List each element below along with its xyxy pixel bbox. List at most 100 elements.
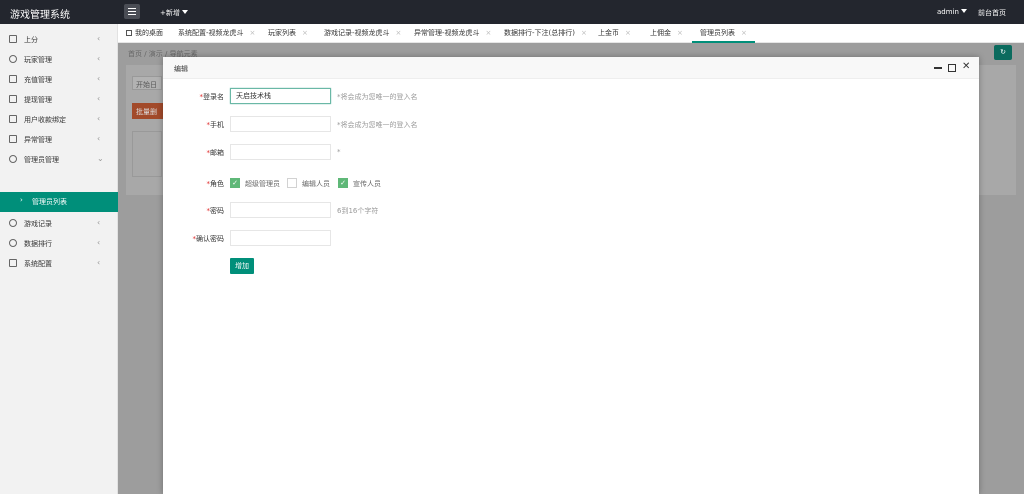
tab-player-list[interactable]: 玩家列表 × (268, 24, 308, 43)
sidebar-item-admins[interactable]: 管理员管理 ⌄ (0, 150, 118, 170)
refresh-icon (9, 219, 17, 227)
top-navbar: 游戏管理系统 +新增 admin 前台首页 (0, 0, 1024, 24)
phone-input[interactable] (230, 116, 331, 132)
sidebar-subitem-admin-list[interactable]: › 管理员列表 (0, 192, 118, 212)
tab-coins[interactable]: 上金币 × (598, 24, 631, 43)
close-icon[interactable]: × (396, 29, 402, 37)
chevron-left-icon: ‹ (97, 238, 101, 247)
username-label: *登录名 (199, 93, 225, 101)
phone-row: *手机 *将会成为您唯一的登入名 (163, 116, 979, 134)
caret-down-icon (181, 10, 188, 14)
sidebar-item-label: 管理员管理 (24, 156, 59, 164)
chevron-left-icon: ‹ (97, 114, 101, 123)
document-icon (9, 95, 17, 103)
tab-label: 我的桌面 (135, 29, 163, 37)
tab-desktop[interactable]: 我的桌面 (126, 24, 163, 43)
tab-exceptions[interactable]: 异常管理-视频龙虎斗 × (414, 24, 491, 43)
start-date-field[interactable]: 开始日 (132, 76, 162, 90)
sidebar-item-label: 数据排行 (24, 240, 52, 248)
data-table (132, 131, 162, 177)
refresh-icon: ↻ (1000, 48, 1006, 56)
checkbox-super-admin[interactable]: ✓ (230, 178, 240, 188)
checkbox-promoter[interactable]: ✓ (338, 178, 348, 188)
close-icon[interactable]: × (625, 29, 631, 37)
tab-label: 异常管理-视频龙虎斗 (414, 29, 480, 37)
sidebar-item-recharge[interactable]: 充值管理 ‹ (0, 70, 118, 90)
tab-label: 上金币 (598, 29, 619, 37)
label-text: 角色 (210, 180, 224, 188)
sidebar-item-players[interactable]: 玩家管理 ‹ (0, 50, 118, 70)
chevron-left-icon: ‹ (97, 54, 101, 63)
sidebar-item-exceptions[interactable]: 异常管理 ‹ (0, 130, 118, 150)
user-menu[interactable]: admin (937, 8, 967, 16)
tab-config-dragon-tiger[interactable]: 系统配置-视频龙虎斗 × (178, 24, 255, 43)
chevron-left-icon: ‹ (97, 134, 101, 143)
close-icon[interactable]: ✕ (962, 61, 970, 72)
close-icon[interactable]: × (486, 29, 492, 37)
tab-admin-list[interactable]: 管理员列表 × (692, 24, 755, 43)
document-icon (9, 75, 17, 83)
close-icon[interactable]: × (677, 29, 683, 37)
sidebar-item-label: 异常管理 (24, 136, 52, 144)
maximize-icon[interactable] (948, 64, 956, 72)
close-icon[interactable]: × (302, 29, 308, 37)
username-input[interactable] (230, 88, 331, 104)
close-icon[interactable]: × (250, 29, 256, 37)
sidebar-item-ranking[interactable]: 数据排行 ‹ (0, 234, 118, 254)
chevron-left-icon: ‹ (97, 94, 101, 103)
role-row: *角色 ✓ 超级管理员 编辑人员 ✓ 宣传人员 (163, 175, 979, 193)
add-new-menu[interactable]: +新增 (160, 8, 188, 18)
password-row: *密码 6到16个字符 (163, 202, 979, 220)
email-row: *邮箱 * (163, 144, 979, 162)
chevron-right-icon: › (20, 196, 23, 204)
add-button[interactable]: 增加 (230, 258, 254, 274)
chevron-left-icon: ‹ (97, 34, 101, 43)
close-icon[interactable]: × (741, 29, 747, 37)
front-page-link[interactable]: 前台首页 (978, 8, 1006, 18)
document-icon (9, 35, 17, 43)
sidebar-item-withdraw[interactable]: 提现管理 ‹ (0, 90, 118, 110)
sidebar-item-label: 充值管理 (24, 76, 52, 84)
tab-game-records[interactable]: 游戏记录-视频龙虎斗 × (324, 24, 401, 43)
sidebar-item-label: 上分 (24, 36, 38, 44)
sidebar-subitem-label: 管理员列表 (32, 198, 67, 206)
email-input[interactable] (230, 144, 331, 160)
edit-dialog: 编辑 ✕ *登录名 *将会成为您唯一的登入名 *手机 *将会成为您唯一的登入名 … (163, 57, 979, 494)
tab-commission[interactable]: 上佣金 × (650, 24, 683, 43)
checkbox-editor[interactable] (287, 178, 297, 188)
refresh-button[interactable]: ↻ (994, 45, 1012, 60)
refresh-icon (9, 239, 17, 247)
label-text: 登录名 (203, 93, 224, 101)
tab-label: 玩家列表 (268, 29, 296, 37)
chevron-down-icon: ⌄ (97, 154, 104, 163)
document-icon (9, 115, 17, 123)
phone-hint: *将会成为您唯一的登入名 (337, 121, 418, 129)
close-icon[interactable]: × (581, 29, 587, 37)
user-name: admin (937, 8, 959, 16)
password-input[interactable] (230, 202, 331, 218)
menu-toggle-button[interactable] (124, 4, 140, 19)
phone-label: *手机 (206, 121, 225, 129)
role-option-label: 编辑人员 (302, 180, 330, 188)
sidebar-item-payment-binding[interactable]: 用户收款绑定 ‹ (0, 110, 118, 130)
role-label: *角色 (206, 180, 225, 188)
tab-ranking[interactable]: 数据排行-下注(总排行) × (504, 24, 587, 43)
password-hint: 6到16个字符 (337, 207, 379, 215)
tab-bar: 我的桌面 系统配置-视频龙虎斗 × 玩家列表 × 游戏记录-视频龙虎斗 × 异常管理-… (118, 24, 1024, 43)
tab-label: 系统配置-视频龙虎斗 (178, 29, 244, 37)
sidebar-item-game-records[interactable]: 游戏记录 ‹ (0, 214, 118, 234)
confirm-password-input[interactable] (230, 230, 331, 246)
minimize-icon[interactable] (934, 67, 942, 69)
sidebar-item-label: 游戏记录 (24, 220, 52, 228)
document-icon (9, 135, 17, 143)
tab-label: 上佣金 (650, 29, 671, 37)
label-text: 手机 (210, 121, 224, 129)
chevron-left-icon: ‹ (97, 218, 101, 227)
username-hint: *将会成为您唯一的登入名 (337, 93, 418, 101)
tab-label: 管理员列表 (700, 29, 735, 37)
home-icon (126, 30, 132, 36)
batch-delete-button[interactable]: 批量删 (132, 103, 164, 119)
sidebar-item-score[interactable]: 上分 ‹ (0, 30, 118, 50)
confirm-password-row: *确认密码 (163, 230, 979, 248)
sidebar-item-settings[interactable]: 系统配置 ‹ (0, 254, 118, 274)
